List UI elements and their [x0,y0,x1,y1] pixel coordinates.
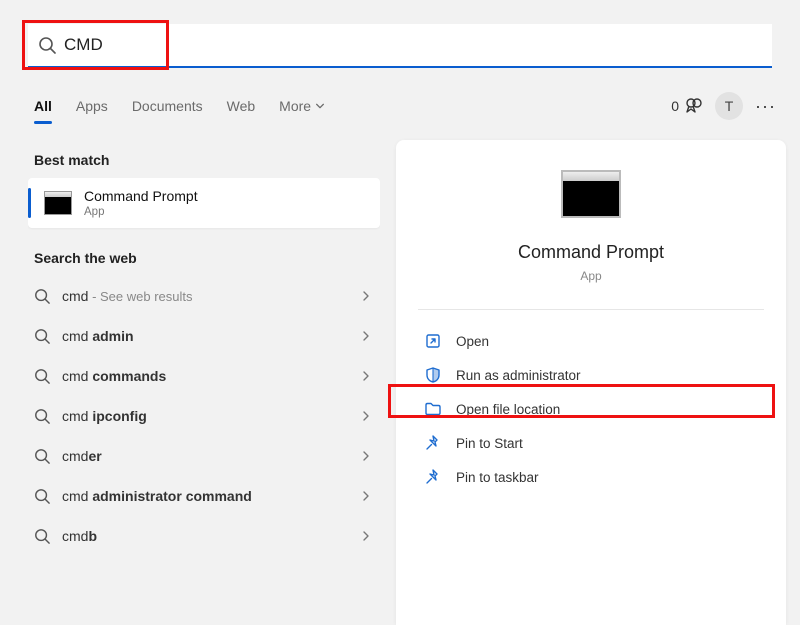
chevron-right-icon [360,290,372,302]
chevron-right-icon [360,450,372,462]
web-result-label: cmder [62,448,102,464]
web-result-item[interactable]: cmder [28,436,380,476]
web-result-label: cmd administrator command [62,488,252,504]
search-icon [34,488,50,504]
search-input[interactable] [64,24,762,66]
more-options-button[interactable]: ··· [755,96,776,117]
search-icon [34,368,50,384]
best-match-heading: Best match [34,152,374,168]
best-match-title: Command Prompt [84,188,198,204]
tab-web[interactable]: Web [227,98,256,114]
open-icon [424,332,442,350]
search-icon [38,36,56,54]
tab-more[interactable]: More [279,98,325,114]
web-result-item[interactable]: cmd commands [28,356,380,396]
rewards-icon [685,97,703,115]
shield-icon [424,366,442,384]
tab-apps[interactable]: Apps [76,98,108,114]
chevron-right-icon [360,330,372,342]
details-panel: Command Prompt App Open Run as administra… [396,140,786,625]
pin-icon [424,434,442,452]
search-web-heading: Search the web [34,250,374,266]
pin-icon [424,468,442,486]
chevron-right-icon [360,490,372,502]
rewards-button[interactable]: 0 [671,97,703,115]
action-label: Open [456,334,489,349]
web-result-item[interactable]: cmdb [28,516,380,556]
search-icon [34,528,50,544]
web-result-label: cmd ipconfig [62,408,147,424]
tab-all[interactable]: All [34,98,52,114]
tab-more-label: More [279,98,311,114]
web-results-list: cmd - See web results cmd admin cmd comman… [28,276,380,556]
web-result-item[interactable]: cmd ipconfig [28,396,380,436]
best-match-subtitle: App [84,206,198,218]
details-actions: Open Run as administrator Open file locati… [418,324,764,494]
best-match-text: Command Prompt App [84,188,198,218]
action-label: Pin to taskbar [456,470,539,485]
folder-icon [424,400,442,418]
action-open[interactable]: Open [418,324,764,358]
chevron-right-icon [360,370,372,382]
web-result-label: cmdb [62,528,97,544]
web-result-label: cmd - See web results [62,288,193,304]
details-subtitle: App [418,269,764,283]
web-result-item[interactable]: cmd admin [28,316,380,356]
header-right: 0 T ··· [671,88,776,124]
best-match-result[interactable]: Command Prompt App [28,178,380,228]
tab-documents[interactable]: Documents [132,98,203,114]
action-pin-to-start[interactable]: Pin to Start [418,426,764,460]
rewards-count: 0 [671,98,679,114]
results-left-column: Best match Command Prompt App Search the… [28,140,380,625]
web-result-item[interactable]: cmd - See web results [28,276,380,316]
details-title: Command Prompt [418,242,764,263]
web-result-label: cmd admin [62,328,134,344]
web-result-label: cmd commands [62,368,166,384]
action-label: Run as administrator [456,368,581,383]
search-box[interactable] [28,24,772,68]
chevron-right-icon [360,530,372,542]
search-tabs: All Apps Documents Web More [34,88,325,124]
search-icon [34,328,50,344]
action-open-file-location[interactable]: Open file location [418,392,764,426]
chevron-right-icon [360,410,372,422]
search-icon [34,448,50,464]
divider [418,309,764,310]
action-label: Open file location [456,402,560,417]
action-run-as-administrator[interactable]: Run as administrator [418,358,764,392]
command-prompt-icon [44,191,72,215]
chevron-down-icon [315,101,325,111]
search-icon [34,288,50,304]
search-icon [34,408,50,424]
avatar[interactable]: T [715,92,743,120]
command-prompt-icon [561,170,621,218]
web-result-item[interactable]: cmd administrator command [28,476,380,516]
action-label: Pin to Start [456,436,523,451]
action-pin-to-taskbar[interactable]: Pin to taskbar [418,460,764,494]
